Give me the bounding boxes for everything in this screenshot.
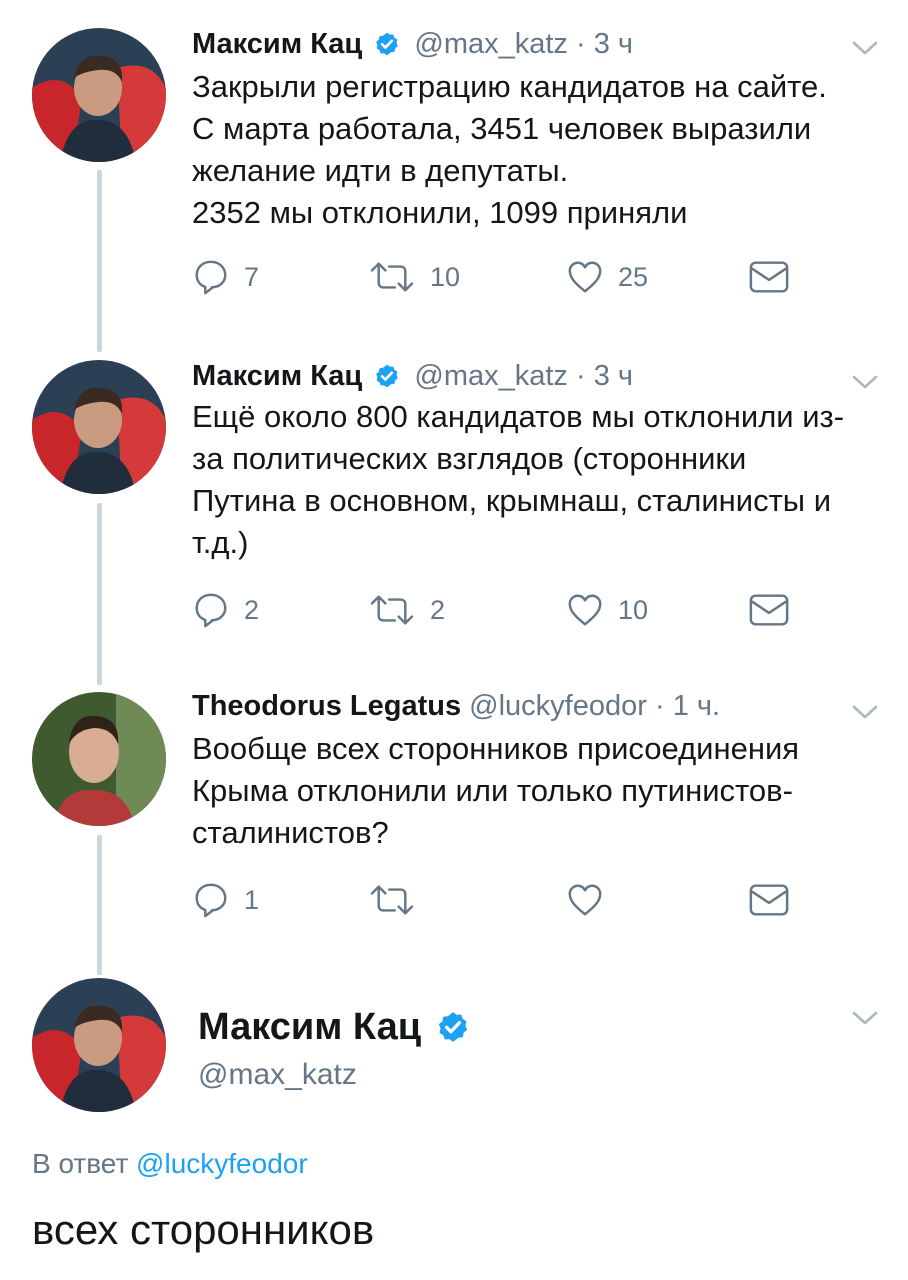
- tweet-text: Закрыли регистрацию кандидатов на сайте.…: [192, 69, 827, 230]
- direct-message-icon: [748, 882, 790, 918]
- tweet-header: Максим Кац @max_katz · 3 ч: [192, 26, 633, 62]
- reply-count: 7: [244, 261, 260, 292]
- chevron-down-icon[interactable]: [850, 1008, 880, 1028]
- author-name[interactable]: Максим Кац: [198, 1006, 476, 1049]
- avatar[interactable]: [32, 28, 166, 162]
- retweet-count: 10: [430, 261, 461, 292]
- direct-message-button[interactable]: [748, 590, 790, 630]
- like-icon: [566, 258, 604, 296]
- tweet-text: Ещё около 800 кандидатов мы отклонили из…: [192, 399, 845, 560]
- author-handle[interactable]: @max_katz: [198, 1058, 357, 1092]
- separator: ·: [575, 360, 586, 392]
- author-handle[interactable]: @luckyfeodor: [469, 690, 647, 722]
- tweet[interactable]: Theodorus Legatus @luckyfeodor · 1 ч. Во…: [0, 672, 908, 962]
- separator: ·: [654, 690, 665, 722]
- avatar[interactable]: [32, 360, 166, 494]
- direct-message-button[interactable]: [748, 257, 790, 297]
- verified-badge-icon: [436, 1010, 470, 1044]
- like-button[interactable]: 10: [566, 590, 648, 630]
- author-handle[interactable]: @max_katz: [414, 360, 568, 392]
- chevron-down-icon[interactable]: [850, 702, 880, 722]
- separator: ·: [575, 28, 586, 60]
- like-icon: [566, 881, 604, 919]
- like-button[interactable]: [566, 880, 604, 920]
- reply-icon: [192, 881, 230, 919]
- author-name[interactable]: Theodorus Legatus: [192, 690, 461, 722]
- retweet-button[interactable]: 2: [368, 590, 445, 630]
- focused-tweet: Максим Кац @max_katz В ответ @luckyfeodo…: [0, 972, 908, 1280]
- tweet-text: Вообще всех сторонников присоединения Кр…: [192, 731, 800, 850]
- tweet-text: всех сторонников: [32, 1206, 375, 1253]
- reply-icon: [192, 258, 230, 296]
- tweet-actions: 7 10 25: [192, 257, 812, 297]
- tweet-actions: 2 2 10: [192, 590, 812, 630]
- author-name[interactable]: Максим Кац: [192, 360, 362, 392]
- tweet[interactable]: Максим Кац @max_katz · 3 ч Закрыли регис…: [0, 0, 908, 335]
- direct-message-icon: [748, 259, 790, 295]
- timestamp[interactable]: 1 ч.: [673, 690, 720, 722]
- reply-icon: [192, 591, 230, 629]
- retweet-count: 2: [430, 594, 446, 625]
- verified-badge-icon: [374, 31, 400, 57]
- chevron-down-icon[interactable]: [850, 372, 880, 392]
- avatar[interactable]: [32, 978, 166, 1112]
- verified-badge-icon: [374, 363, 400, 389]
- retweet-button[interactable]: [368, 880, 416, 920]
- timestamp[interactable]: 3 ч: [594, 28, 633, 60]
- direct-message-button[interactable]: [748, 880, 790, 920]
- tweet-header: Максим Кац @max_katz · 3 ч: [192, 358, 633, 394]
- like-button[interactable]: 25: [566, 257, 648, 297]
- like-count: 25: [618, 261, 649, 292]
- author-name[interactable]: Максим Кац: [192, 28, 362, 60]
- tweet-header: Theodorus Legatus @luckyfeodor · 1 ч.: [192, 688, 720, 724]
- timestamp[interactable]: 3 ч: [594, 360, 633, 392]
- tweet[interactable]: Максим Кац @max_katz · 3 ч Ещё около 800…: [0, 340, 908, 670]
- chevron-down-icon[interactable]: [850, 38, 880, 58]
- reply-button[interactable]: 7: [192, 257, 259, 297]
- direct-message-icon: [748, 592, 790, 628]
- reply-label: В ответ: [32, 1148, 129, 1179]
- reply-button[interactable]: 1: [192, 880, 259, 920]
- reply-button[interactable]: 2: [192, 590, 259, 630]
- retweet-icon: [368, 881, 416, 919]
- like-icon: [566, 591, 604, 629]
- retweet-icon: [368, 258, 416, 296]
- retweet-icon: [368, 591, 416, 629]
- avatar[interactable]: [32, 692, 166, 826]
- retweet-button[interactable]: 10: [368, 257, 460, 297]
- reply-count: 2: [244, 594, 260, 625]
- like-count: 10: [618, 594, 649, 625]
- reply-count: 1: [244, 884, 260, 915]
- reply-context: В ответ @luckyfeodor: [32, 1148, 308, 1180]
- tweet-actions: 1: [192, 880, 812, 920]
- reply-mention-link[interactable]: @luckyfeodor: [136, 1148, 308, 1179]
- author-handle[interactable]: @max_katz: [414, 28, 568, 60]
